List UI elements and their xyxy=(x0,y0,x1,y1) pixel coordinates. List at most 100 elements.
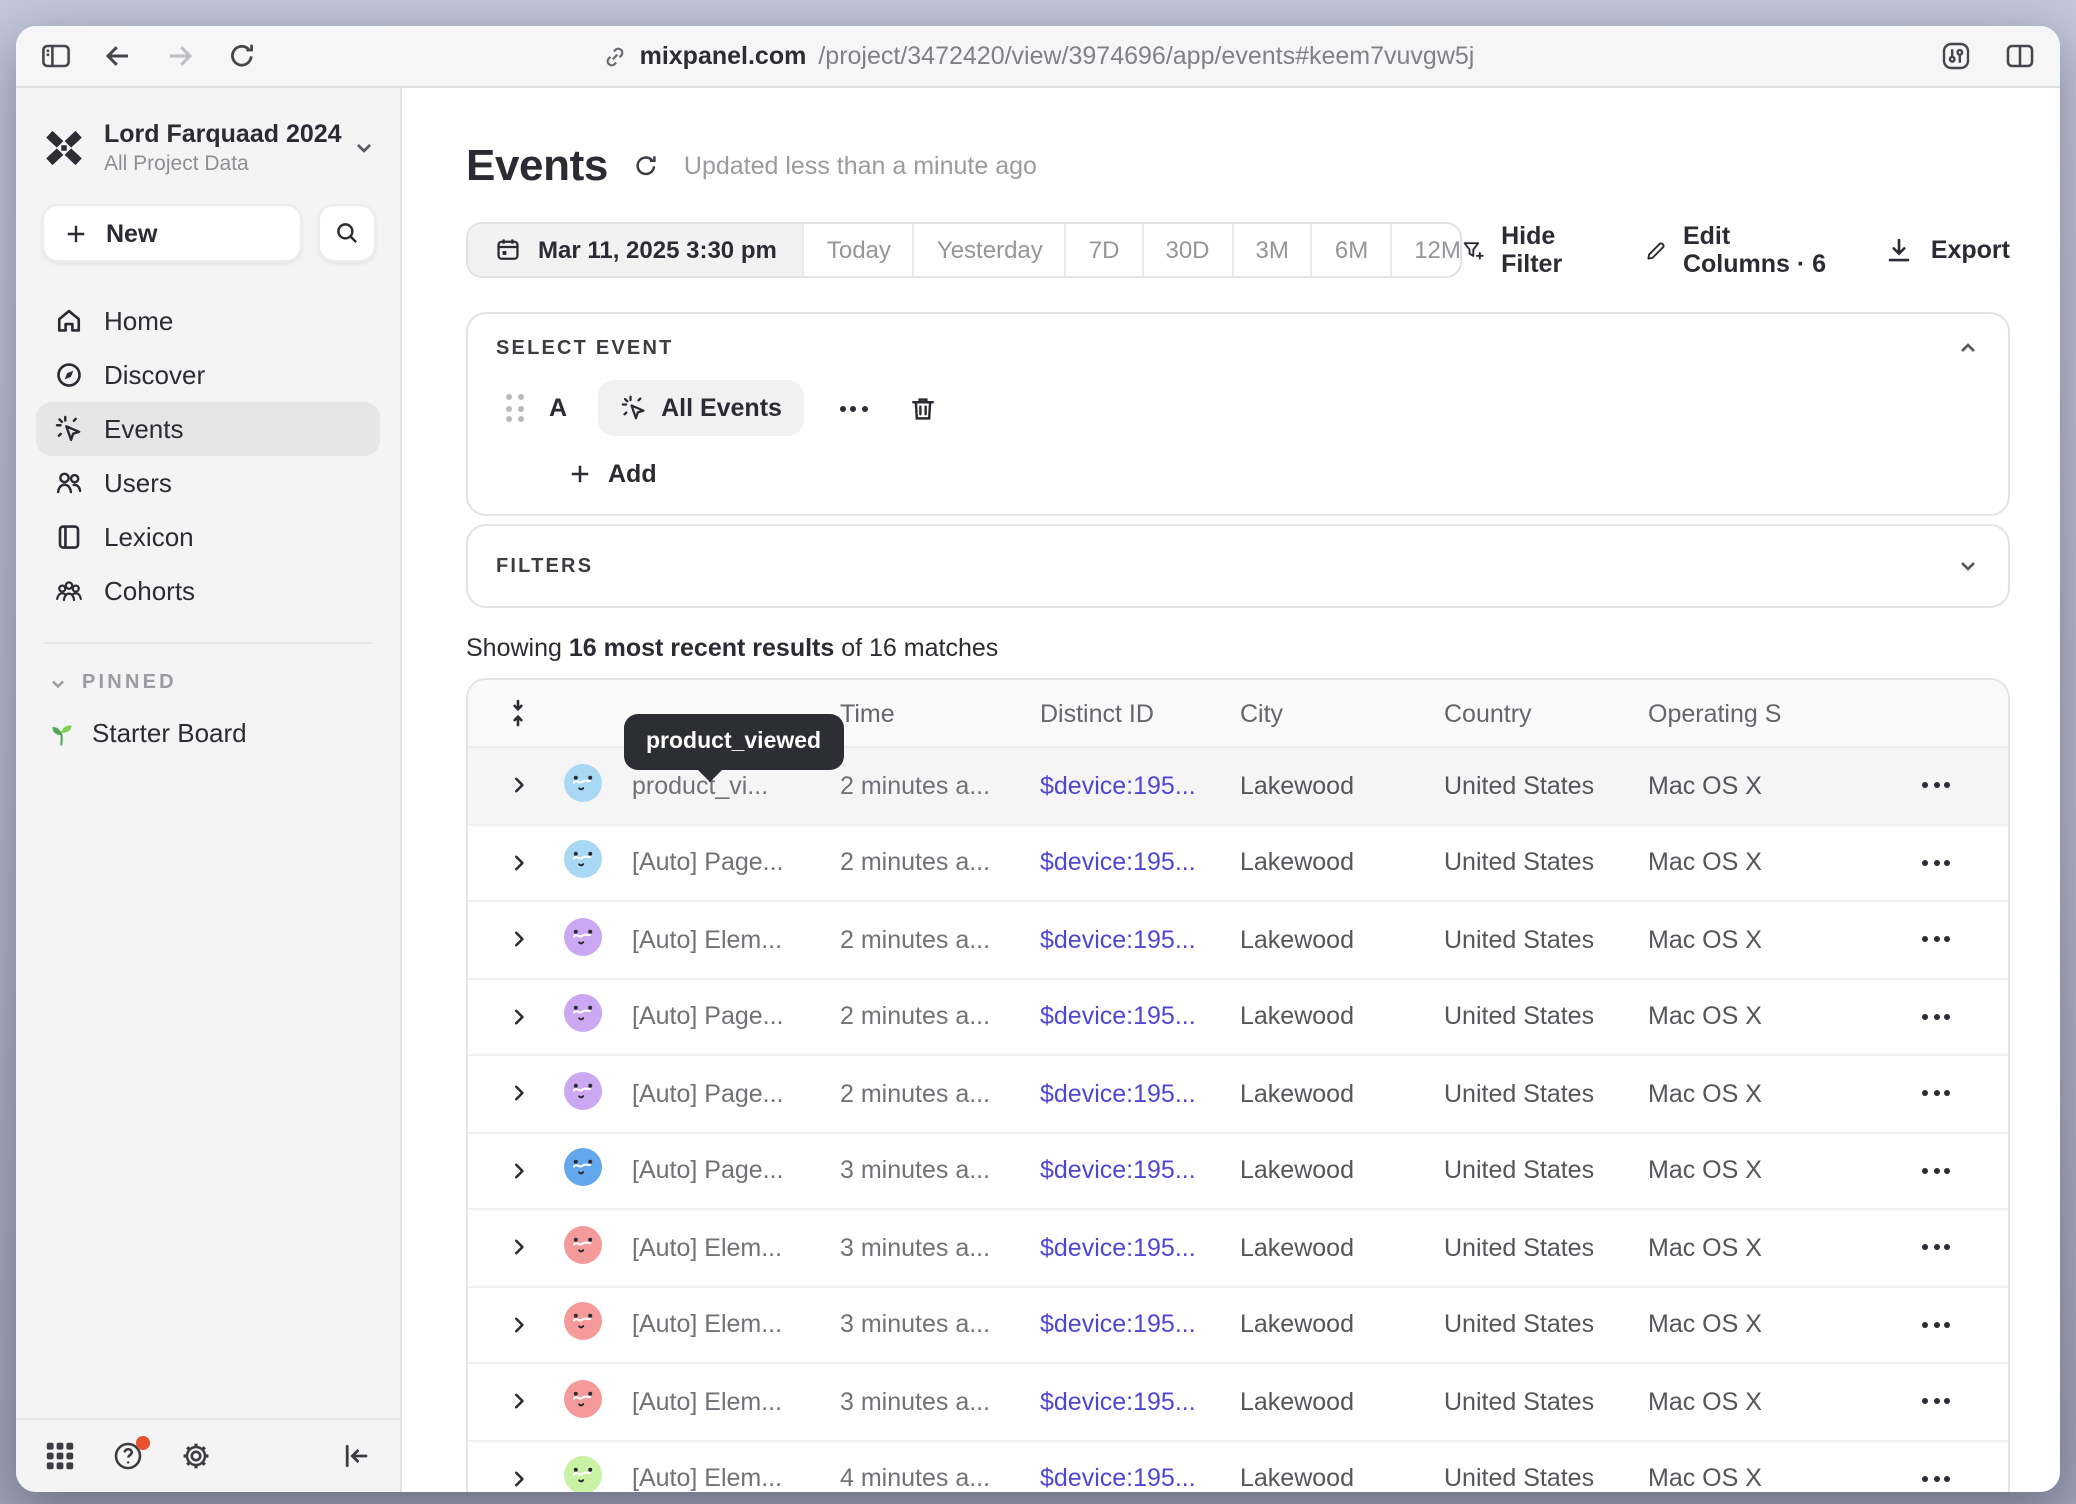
apps-grid-icon[interactable] xyxy=(44,1440,76,1472)
row-expand-icon[interactable] xyxy=(507,775,529,797)
project-switcher[interactable]: Lord Farquaad 2024 All Project Data xyxy=(16,88,400,188)
event-name[interactable]: [Auto] Elem... xyxy=(632,1311,840,1339)
row-expand-icon[interactable] xyxy=(507,1314,529,1336)
range-7d[interactable]: 7D xyxy=(1065,224,1142,276)
reload-button[interactable] xyxy=(226,40,258,72)
table-row[interactable]: [Auto] Page... 2 minutes a... $device:19… xyxy=(468,825,2008,902)
row-actions-button[interactable] xyxy=(1922,1091,1950,1097)
event-name[interactable]: [Auto] Page... xyxy=(632,1080,840,1108)
pinned-section-header[interactable]: PINNED xyxy=(48,672,372,694)
table-row[interactable]: [Auto] Elem... 3 minutes a... $device:19… xyxy=(468,1364,2008,1441)
col-time[interactable]: Time xyxy=(840,699,1040,727)
date-picker-button[interactable]: Mar 11, 2025 3:30 pm xyxy=(468,224,803,276)
more-options-button[interactable] xyxy=(840,405,868,411)
row-expand-icon[interactable] xyxy=(507,1468,529,1490)
range-3m[interactable]: 3M xyxy=(1232,224,1311,276)
sidebar-item-starter-board[interactable]: Starter Board xyxy=(48,718,372,748)
col-distinct-id[interactable]: Distinct ID xyxy=(1040,699,1240,727)
event-name[interactable]: [Auto] Page... xyxy=(632,1157,840,1185)
range-yesterday[interactable]: Yesterday xyxy=(913,224,1065,276)
row-actions-button[interactable] xyxy=(1922,860,1950,866)
distinct-id-link[interactable]: $device:195... xyxy=(1040,1003,1196,1031)
edit-columns-button[interactable]: Edit Columns · 6 xyxy=(1644,222,1837,278)
row-actions-button[interactable] xyxy=(1922,1476,1950,1482)
hide-filter-button[interactable]: Hide Filter xyxy=(1462,222,1596,278)
sidebar-item-lexicon[interactable]: Lexicon xyxy=(36,510,380,564)
chevron-up-icon[interactable] xyxy=(1956,336,1980,360)
add-event-button[interactable]: Add xyxy=(568,460,1980,488)
row-expand-icon[interactable] xyxy=(507,1006,529,1028)
row-actions-button[interactable] xyxy=(1922,1399,1950,1405)
gear-icon[interactable] xyxy=(180,1440,212,1472)
event-name[interactable]: [Auto] Page... xyxy=(632,1003,840,1031)
table-row[interactable]: [Auto] Page... 3 minutes a... $device:19… xyxy=(468,1133,2008,1210)
range-30d[interactable]: 30D xyxy=(1141,224,1231,276)
sidebar-item-home[interactable]: Home xyxy=(36,294,380,348)
event-name[interactable]: [Auto] Page... xyxy=(632,849,840,877)
table-row[interactable]: [Auto] Elem... 3 minutes a... $device:19… xyxy=(468,1210,2008,1287)
row-expand-icon[interactable] xyxy=(507,1083,529,1105)
row-expand-icon[interactable] xyxy=(507,1160,529,1182)
event-name[interactable]: [Auto] Elem... xyxy=(632,1234,840,1262)
table-row[interactable]: [Auto] Elem... 3 minutes a... $device:19… xyxy=(468,1287,2008,1364)
row-actions-button[interactable] xyxy=(1922,1322,1950,1328)
chevron-down-icon xyxy=(352,136,376,160)
range-today[interactable]: Today xyxy=(803,224,913,276)
event-name[interactable]: [Auto] Elem... xyxy=(632,1465,840,1493)
event-name[interactable]: [Auto] Elem... xyxy=(632,1388,840,1416)
row-actions-button[interactable] xyxy=(1922,1168,1950,1174)
sidebar-item-cohorts[interactable]: Cohorts xyxy=(36,564,380,618)
row-expand-icon[interactable] xyxy=(507,1237,529,1259)
sidebar-toggle-icon[interactable] xyxy=(40,40,72,72)
col-city[interactable]: City xyxy=(1240,699,1444,727)
event-name[interactable]: [Auto] Elem... xyxy=(632,926,840,954)
refresh-icon[interactable] xyxy=(632,152,660,180)
distinct-id-link[interactable]: $device:195... xyxy=(1040,1388,1196,1416)
table-row[interactable]: [Auto] Page... 2 minutes a... $device:19… xyxy=(468,1056,2008,1133)
row-actions-button[interactable] xyxy=(1922,937,1950,943)
row-expand-icon[interactable] xyxy=(507,852,529,874)
trash-icon[interactable] xyxy=(908,393,938,423)
sidebar-item-discover[interactable]: Discover xyxy=(36,348,380,402)
address-bar[interactable]: mixpanel.com/project/3472420/view/397469… xyxy=(16,42,2060,70)
distinct-id-link[interactable]: $device:195... xyxy=(1040,1157,1196,1185)
table-row[interactable]: [Auto] Elem... 4 minutes a... $device:19… xyxy=(468,1441,2008,1492)
distinct-id-link[interactable]: $device:195... xyxy=(1040,1234,1196,1262)
browser-settings-icon[interactable] xyxy=(1940,40,1972,72)
events-table: product_viewed Time Distinct ID City Cou… xyxy=(466,678,2010,1492)
chevron-down-icon[interactable] xyxy=(1956,554,1980,578)
event-name[interactable]: product_vi... xyxy=(632,772,840,800)
col-country[interactable]: Country xyxy=(1444,699,1648,727)
collapse-rows-icon[interactable] xyxy=(484,698,552,728)
drag-handle[interactable] xyxy=(506,394,523,422)
table-row[interactable]: [Auto] Page... 2 minutes a... $device:19… xyxy=(468,979,2008,1056)
range-6m[interactable]: 6M xyxy=(1311,224,1390,276)
distinct-id-link[interactable]: $device:195... xyxy=(1040,772,1196,800)
event-selector-chip[interactable]: All Events xyxy=(597,380,804,436)
range-12m[interactable]: 12M xyxy=(1390,224,1462,276)
help-icon[interactable] xyxy=(112,1440,144,1472)
search-button[interactable] xyxy=(318,204,376,262)
row-expand-icon[interactable] xyxy=(507,929,529,951)
forward-button[interactable] xyxy=(164,40,196,72)
col-os[interactable]: Operating S xyxy=(1648,699,1880,727)
row-actions-button[interactable] xyxy=(1922,1245,1950,1251)
distinct-id-link[interactable]: $device:195... xyxy=(1040,1465,1196,1493)
filter-funnel-icon xyxy=(1462,235,1485,265)
row-expand-icon[interactable] xyxy=(507,1391,529,1413)
sidebar-item-events[interactable]: Events xyxy=(36,402,380,456)
distinct-id-link[interactable]: $device:195... xyxy=(1040,849,1196,877)
distinct-id-link[interactable]: $device:195... xyxy=(1040,926,1196,954)
collapse-sidebar-icon[interactable] xyxy=(340,1440,372,1472)
split-view-icon[interactable] xyxy=(2004,40,2036,72)
export-button[interactable]: Export xyxy=(1885,235,2010,265)
sidebar-item-users[interactable]: Users xyxy=(36,456,380,510)
distinct-id-link[interactable]: $device:195... xyxy=(1040,1080,1196,1108)
distinct-id-link[interactable]: $device:195... xyxy=(1040,1311,1196,1339)
new-button[interactable]: New xyxy=(42,204,302,262)
table-row[interactable]: [Auto] Elem... 2 minutes a... $device:19… xyxy=(468,902,2008,979)
row-actions-button[interactable] xyxy=(1922,1014,1950,1020)
back-button[interactable] xyxy=(102,40,134,72)
new-button-label: New xyxy=(106,219,157,247)
row-actions-button[interactable] xyxy=(1922,783,1950,789)
